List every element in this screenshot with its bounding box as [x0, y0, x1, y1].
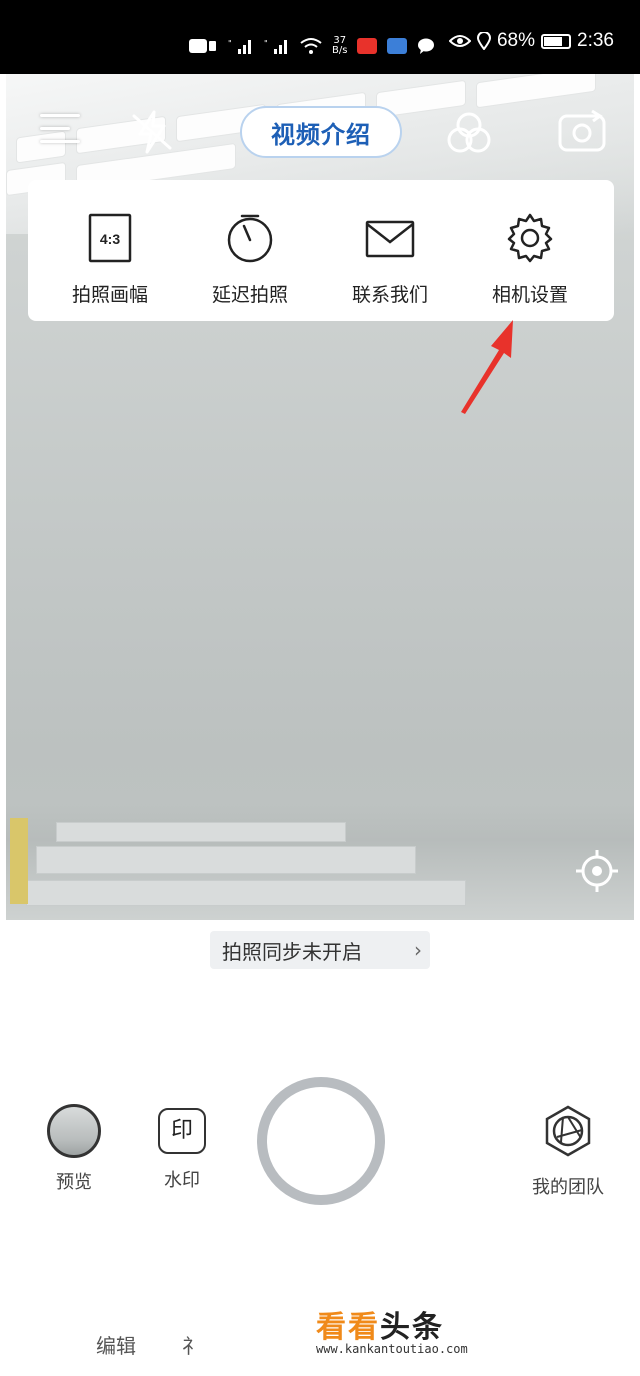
nfc-icon: [189, 39, 216, 53]
app-notification-icon-red: [357, 38, 378, 54]
tab-edit[interactable]: 编辑: [96, 1330, 136, 1359]
photo-aspect-option[interactable]: 4:3 拍照画幅: [40, 180, 180, 321]
preview-button[interactable]: 预览: [44, 1104, 104, 1194]
desk-background: [6, 804, 634, 920]
filter-icon[interactable]: [444, 108, 494, 158]
camera-settings-label: 相机设置: [491, 284, 568, 306]
contact-us-label: 联系我们: [351, 284, 428, 306]
signal-icon-2: ": [264, 39, 287, 54]
delayed-capture-option[interactable]: 延迟拍照: [180, 180, 320, 321]
tab-partial-label: 礻: [182, 1334, 196, 1358]
chevron-right-icon: ›: [414, 938, 422, 962]
watermark-icon: 印: [158, 1108, 206, 1154]
contact-us-option[interactable]: 联系我们: [320, 180, 460, 321]
photo-sync-banner[interactable]: 拍照同步未开启 ›: [210, 931, 430, 969]
team-aperture-icon: [545, 1105, 591, 1157]
logo-text: 看看头条: [316, 1310, 444, 1345]
preview-thumbnail: [47, 1104, 101, 1158]
photo-sync-label: 拍照同步未开启: [222, 939, 362, 964]
location-pin-icon: [476, 32, 491, 50]
battery-percent: 68%: [496, 30, 536, 51]
mail-icon: [365, 220, 415, 258]
annotation-arrow: [461, 320, 513, 414]
switch-camera-icon[interactable]: [556, 108, 608, 156]
focus-target-icon[interactable]: [574, 848, 620, 894]
tab-partial[interactable]: 礻: [182, 1330, 196, 1359]
timer-icon: [227, 214, 273, 263]
eye-icon: [448, 35, 471, 47]
watermark-button[interactable]: 印 水印: [152, 1108, 212, 1192]
status-bar: " " 37 B/s 68% 2:36: [0, 0, 640, 74]
video-intro-button[interactable]: 视频介绍: [240, 106, 402, 158]
svg-text:": ": [264, 39, 268, 48]
svg-text:4:3: 4:3: [100, 231, 120, 247]
logo-url: www.kankantoutiao.com: [316, 1342, 468, 1356]
shutter-button[interactable]: [257, 1077, 385, 1205]
gear-icon: [507, 213, 553, 263]
settings-dropdown-panel: 4:3 拍照画幅 延迟拍照 联系我们 相机设置: [28, 180, 614, 321]
tab-edit-label: 编辑: [96, 1334, 136, 1358]
watermark-label: 水印: [164, 1170, 200, 1191]
preview-label: 预览: [56, 1172, 92, 1193]
signal-icon-1: ": [228, 39, 251, 54]
menu-button[interactable]: [40, 110, 80, 146]
status-right: 68% 2:36: [448, 30, 614, 52]
my-team-button[interactable]: 我的团队: [520, 1104, 616, 1199]
flash-off-icon[interactable]: [128, 108, 176, 156]
status-icons: " " 37 B/s: [188, 32, 435, 60]
delayed-capture-label: 延迟拍照: [211, 284, 288, 306]
battery-icon: [541, 33, 572, 49]
app-notification-icon-blue: [387, 38, 408, 54]
chat-bubble-icon: [418, 38, 435, 54]
my-team-label: 我的团队: [532, 1177, 604, 1198]
kankan-toutiao-logo: 看看头条 www.kankantoutiao.com: [316, 1302, 468, 1356]
network-speed: 37 B/s: [332, 35, 348, 56]
wifi-icon: [300, 38, 322, 54]
photo-aspect-label: 拍照画幅: [71, 284, 148, 306]
camera-settings-option[interactable]: 相机设置: [460, 180, 600, 321]
svg-text:": ": [228, 39, 232, 48]
clock: 2:36: [577, 30, 614, 51]
aspect-ratio-icon: 4:3: [88, 213, 132, 263]
